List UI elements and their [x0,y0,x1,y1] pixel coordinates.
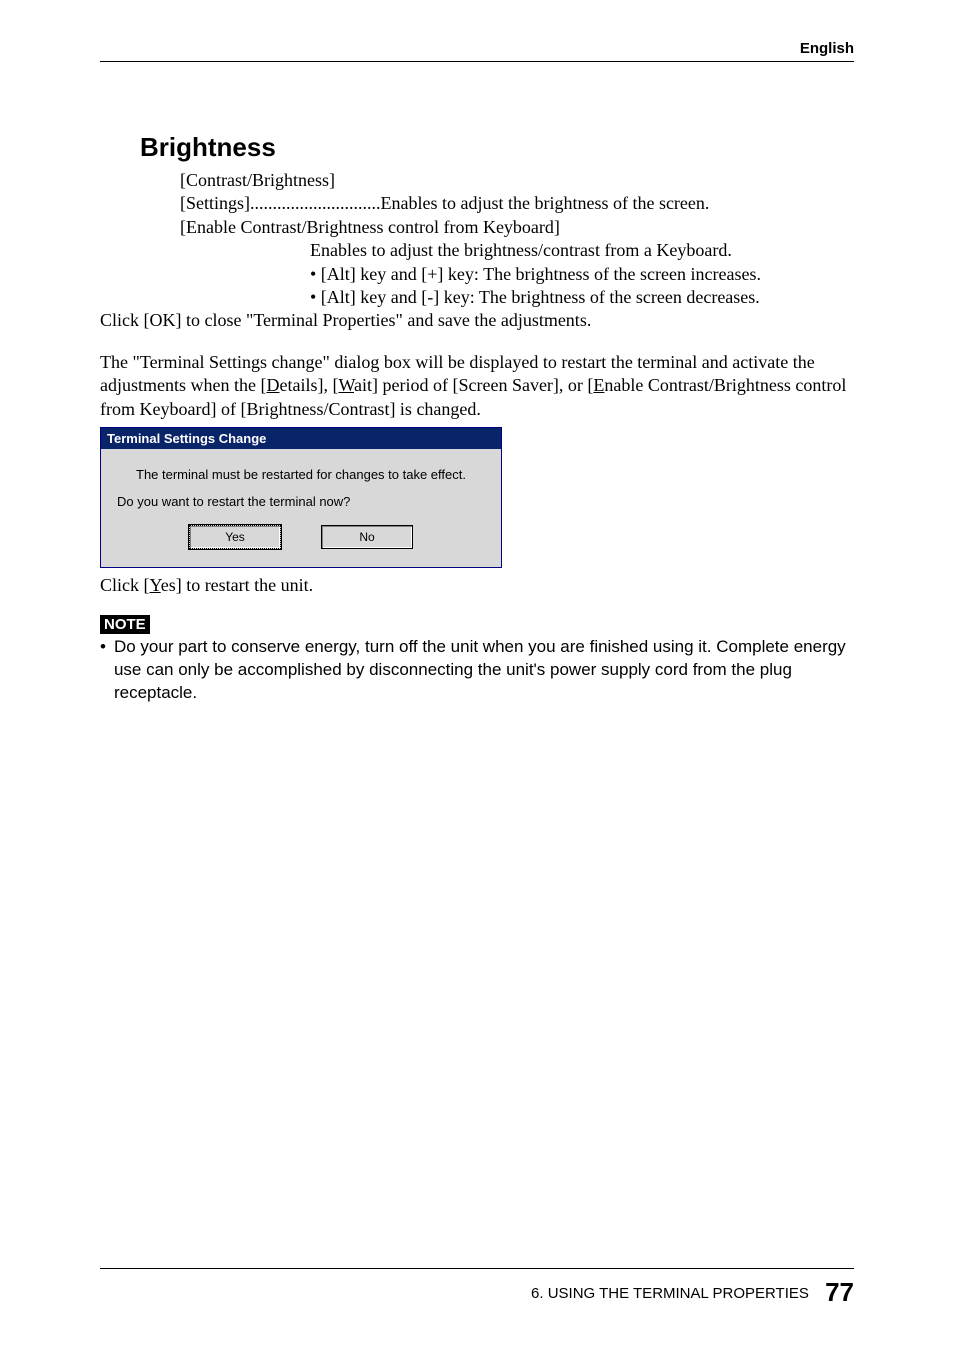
page-number: 77 [825,1277,854,1307]
desc-keyboard: Enables to adjust the brightness/contras… [310,239,854,262]
note-list: • Do your part to conserve energy, turn … [100,636,854,705]
desc-bullet-decrease: • [Alt] key and [-] key: The brightness … [310,286,854,309]
settings-line: [Settings].............................E… [180,192,854,215]
footer-text: 6. USING THE TERMINAL PROPERTIES 77 [100,1277,854,1308]
bullet-icon: • [100,636,106,705]
dialog-message-2: Do you want to restart the terminal now? [117,494,485,509]
click-yes-text: Click [Yes] to restart the unit. [100,574,854,597]
note-badge: NOTE [100,615,150,634]
header-rule [100,61,854,62]
no-button[interactable]: No [321,525,413,549]
yes-button[interactable]: Yes [189,525,281,549]
footer-rule [100,1268,854,1269]
dialog-title-bar: Terminal Settings Change [101,428,501,449]
footer: 6. USING THE TERMINAL PROPERTIES 77 [100,1268,854,1308]
page-container: English Brightness [Contrast/Brightness]… [0,0,954,1348]
contrast-brightness-label: [Contrast/Brightness] [180,169,854,192]
dialog-message-1: The terminal must be restarted for chang… [117,467,485,482]
header-language: English [100,40,854,57]
dialog-button-row: Yes No [117,525,485,557]
desc-bullet-increase: • [Alt] key and [+] key: The brightness … [310,263,854,286]
footer-chapter: 6. USING THE TERMINAL PROPERTIES [531,1285,809,1302]
terminal-settings-dialog: Terminal Settings Change The terminal mu… [100,427,502,568]
note-item: • Do your part to conserve energy, turn … [100,636,854,705]
dialog-body: The terminal must be restarted for chang… [101,449,501,567]
section-title: Brightness [140,132,854,163]
click-ok-text: Click [OK] to close "Terminal Properties… [100,309,854,332]
note-text: Do your part to conserve energy, turn of… [114,636,854,705]
enable-line: [Enable Contrast/Brightness control from… [180,216,854,239]
dialog-intro-text: The "Terminal Settings change" dialog bo… [100,351,854,421]
